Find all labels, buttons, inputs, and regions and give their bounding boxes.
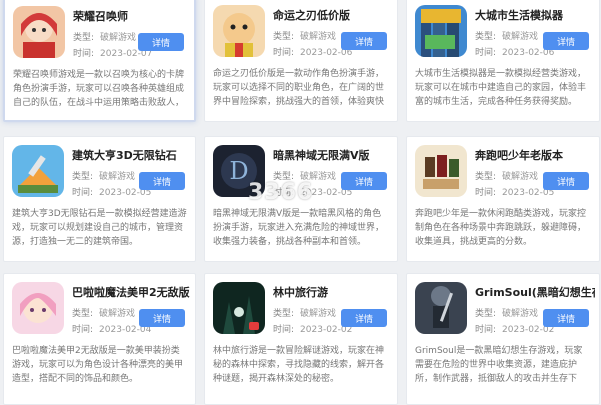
- game-card[interactable]: D 暗黑神域无限满V版 类型: 破解游戏 时间: 2023-02-05 详情 暗黑神…: [204, 136, 398, 262]
- game-description: 建筑大亨3D无限钻石是一款模拟经营建造游戏，玩家可以规划建设自己的城市，管理资源…: [12, 209, 187, 247]
- game-title[interactable]: 大城市生活模拟器: [475, 7, 595, 23]
- game-title[interactable]: 林中旅行游: [273, 284, 393, 300]
- game-type: 类型: 破解游戏: [73, 33, 137, 43]
- game-title[interactable]: 巴啦啦魔法美甲2无敌版: [72, 284, 192, 300]
- detail-button[interactable]: 详情: [138, 33, 184, 51]
- detail-button[interactable]: 详情: [341, 32, 387, 50]
- game-thumbnail[interactable]: [415, 282, 467, 334]
- game-card[interactable]: 命运之刃低价版 类型: 破解游戏 时间: 2023-02-06 详情 命运之刃低价版…: [204, 0, 398, 122]
- game-title[interactable]: GrimSoul(黑暗幻想生存汉: [475, 284, 595, 300]
- game-description: 暗黑神域无限满V版是一款暗黑风格的角色扮演手游，玩家进入充满危险的神域世界，收集…: [213, 209, 385, 247]
- game-type: 类型: 破解游戏: [72, 309, 136, 319]
- game-description: GrimSoul是一款黑暗幻想生存游戏，玩家需要在危险的世界中收集资源，建造庇护…: [415, 346, 583, 384]
- game-thumbnail[interactable]: [213, 282, 265, 334]
- detail-button[interactable]: 详情: [543, 172, 589, 190]
- game-card[interactable]: 荣耀召唤师 类型: 破解游戏 时间: 2023-02-07 详情 荣耀召唤师游戏是一…: [3, 0, 196, 122]
- game-title[interactable]: 命运之刃低价版: [273, 7, 393, 23]
- game-description: 奔跑吧少年是一款休闲跑酷类游戏，玩家控制角色在各种场景中奔跑跳跃，躲避障碍，收集…: [415, 209, 587, 247]
- detail-button[interactable]: 详情: [543, 309, 589, 327]
- game-card[interactable]: GrimSoul(黑暗幻想生存汉 类型:破解游戏 时间:2023-02-02 详…: [406, 273, 600, 405]
- detail-button[interactable]: 详情: [341, 309, 387, 327]
- game-card[interactable]: 巴啦啦魔法美甲2无敌版 类型: 破解游戏 时间: 2023-02-04 详情 巴啦啦…: [3, 273, 196, 405]
- game-type: 类型: 破解游戏: [475, 172, 539, 182]
- game-description: 命运之刃低价版是一款动作角色扮演手游，玩家可以选择不同的职业角色，在广阔的世界中…: [213, 69, 385, 107]
- detail-button[interactable]: 详情: [341, 172, 387, 190]
- game-thumbnail[interactable]: [213, 5, 265, 57]
- game-title[interactable]: 奔跑吧少年老版本: [475, 147, 595, 163]
- game-thumbnail[interactable]: D: [213, 145, 265, 197]
- game-description: 大城市生活模拟器是一款模拟经营类游戏，玩家可以在城市中建造自己的家园，体验丰富的…: [415, 69, 587, 107]
- game-thumbnail[interactable]: [12, 145, 64, 197]
- game-thumbnail[interactable]: [415, 5, 467, 57]
- game-card[interactable]: 建筑大亨3D无限钻石 类型: 破解游戏 时间: 2023-02-05 详情 建筑大亨…: [3, 136, 196, 262]
- svg-text:D: D: [229, 157, 248, 185]
- game-type: 类型: 破解游戏: [273, 172, 337, 182]
- game-type: 类型: 破解游戏: [273, 309, 337, 319]
- game-description: 巴啦啦魔法美甲2无敌版是一款美甲装扮类游戏，玩家可以为角色设计各种漂亮的美甲造型…: [12, 346, 184, 384]
- game-thumbnail[interactable]: [415, 145, 467, 197]
- game-title[interactable]: 荣耀召唤师: [73, 8, 193, 24]
- game-title[interactable]: 建筑大亨3D无限钻石: [72, 147, 192, 163]
- game-description: 林中旅行游是一款冒险解谜游戏，玩家在神秘的森林中探索，寻找隐藏的线索，解开各种谜…: [213, 346, 385, 384]
- game-thumbnail[interactable]: [13, 6, 65, 58]
- detail-button[interactable]: 详情: [543, 32, 589, 50]
- detail-button[interactable]: 详情: [139, 172, 185, 190]
- game-card[interactable]: 奔跑吧少年老版本 类型: 破解游戏 时间: 2023-02-05 详情 奔跑吧少年是…: [406, 136, 600, 262]
- game-card[interactable]: 林中旅行游 类型: 破解游戏 时间: 2023-02-02 详情 林中旅行游是一款冒…: [204, 273, 398, 405]
- game-card[interactable]: 大城市生活模拟器 类型: 破解游戏 时间: 2023-02-06 详情 大城市生活模…: [406, 0, 600, 122]
- game-description: 荣耀召唤师游戏是一款以召唤为核心的卡牌角色扮演手游，玩家可以召唤各种英雄组成自己…: [13, 70, 185, 108]
- game-thumbnail[interactable]: [12, 282, 64, 334]
- game-title[interactable]: 暗黑神域无限满V版: [273, 147, 393, 163]
- game-type: 类型: 破解游戏: [475, 32, 539, 42]
- detail-button[interactable]: 详情: [139, 309, 185, 327]
- game-type: 类型: 破解游戏: [273, 32, 337, 42]
- game-card-grid: 荣耀召唤师 类型: 破解游戏 时间: 2023-02-07 详情 荣耀召唤师游戏是一…: [0, 0, 601, 405]
- game-type: 类型: 破解游戏: [72, 172, 136, 182]
- game-type: 类型: 破解游戏: [475, 309, 539, 319]
